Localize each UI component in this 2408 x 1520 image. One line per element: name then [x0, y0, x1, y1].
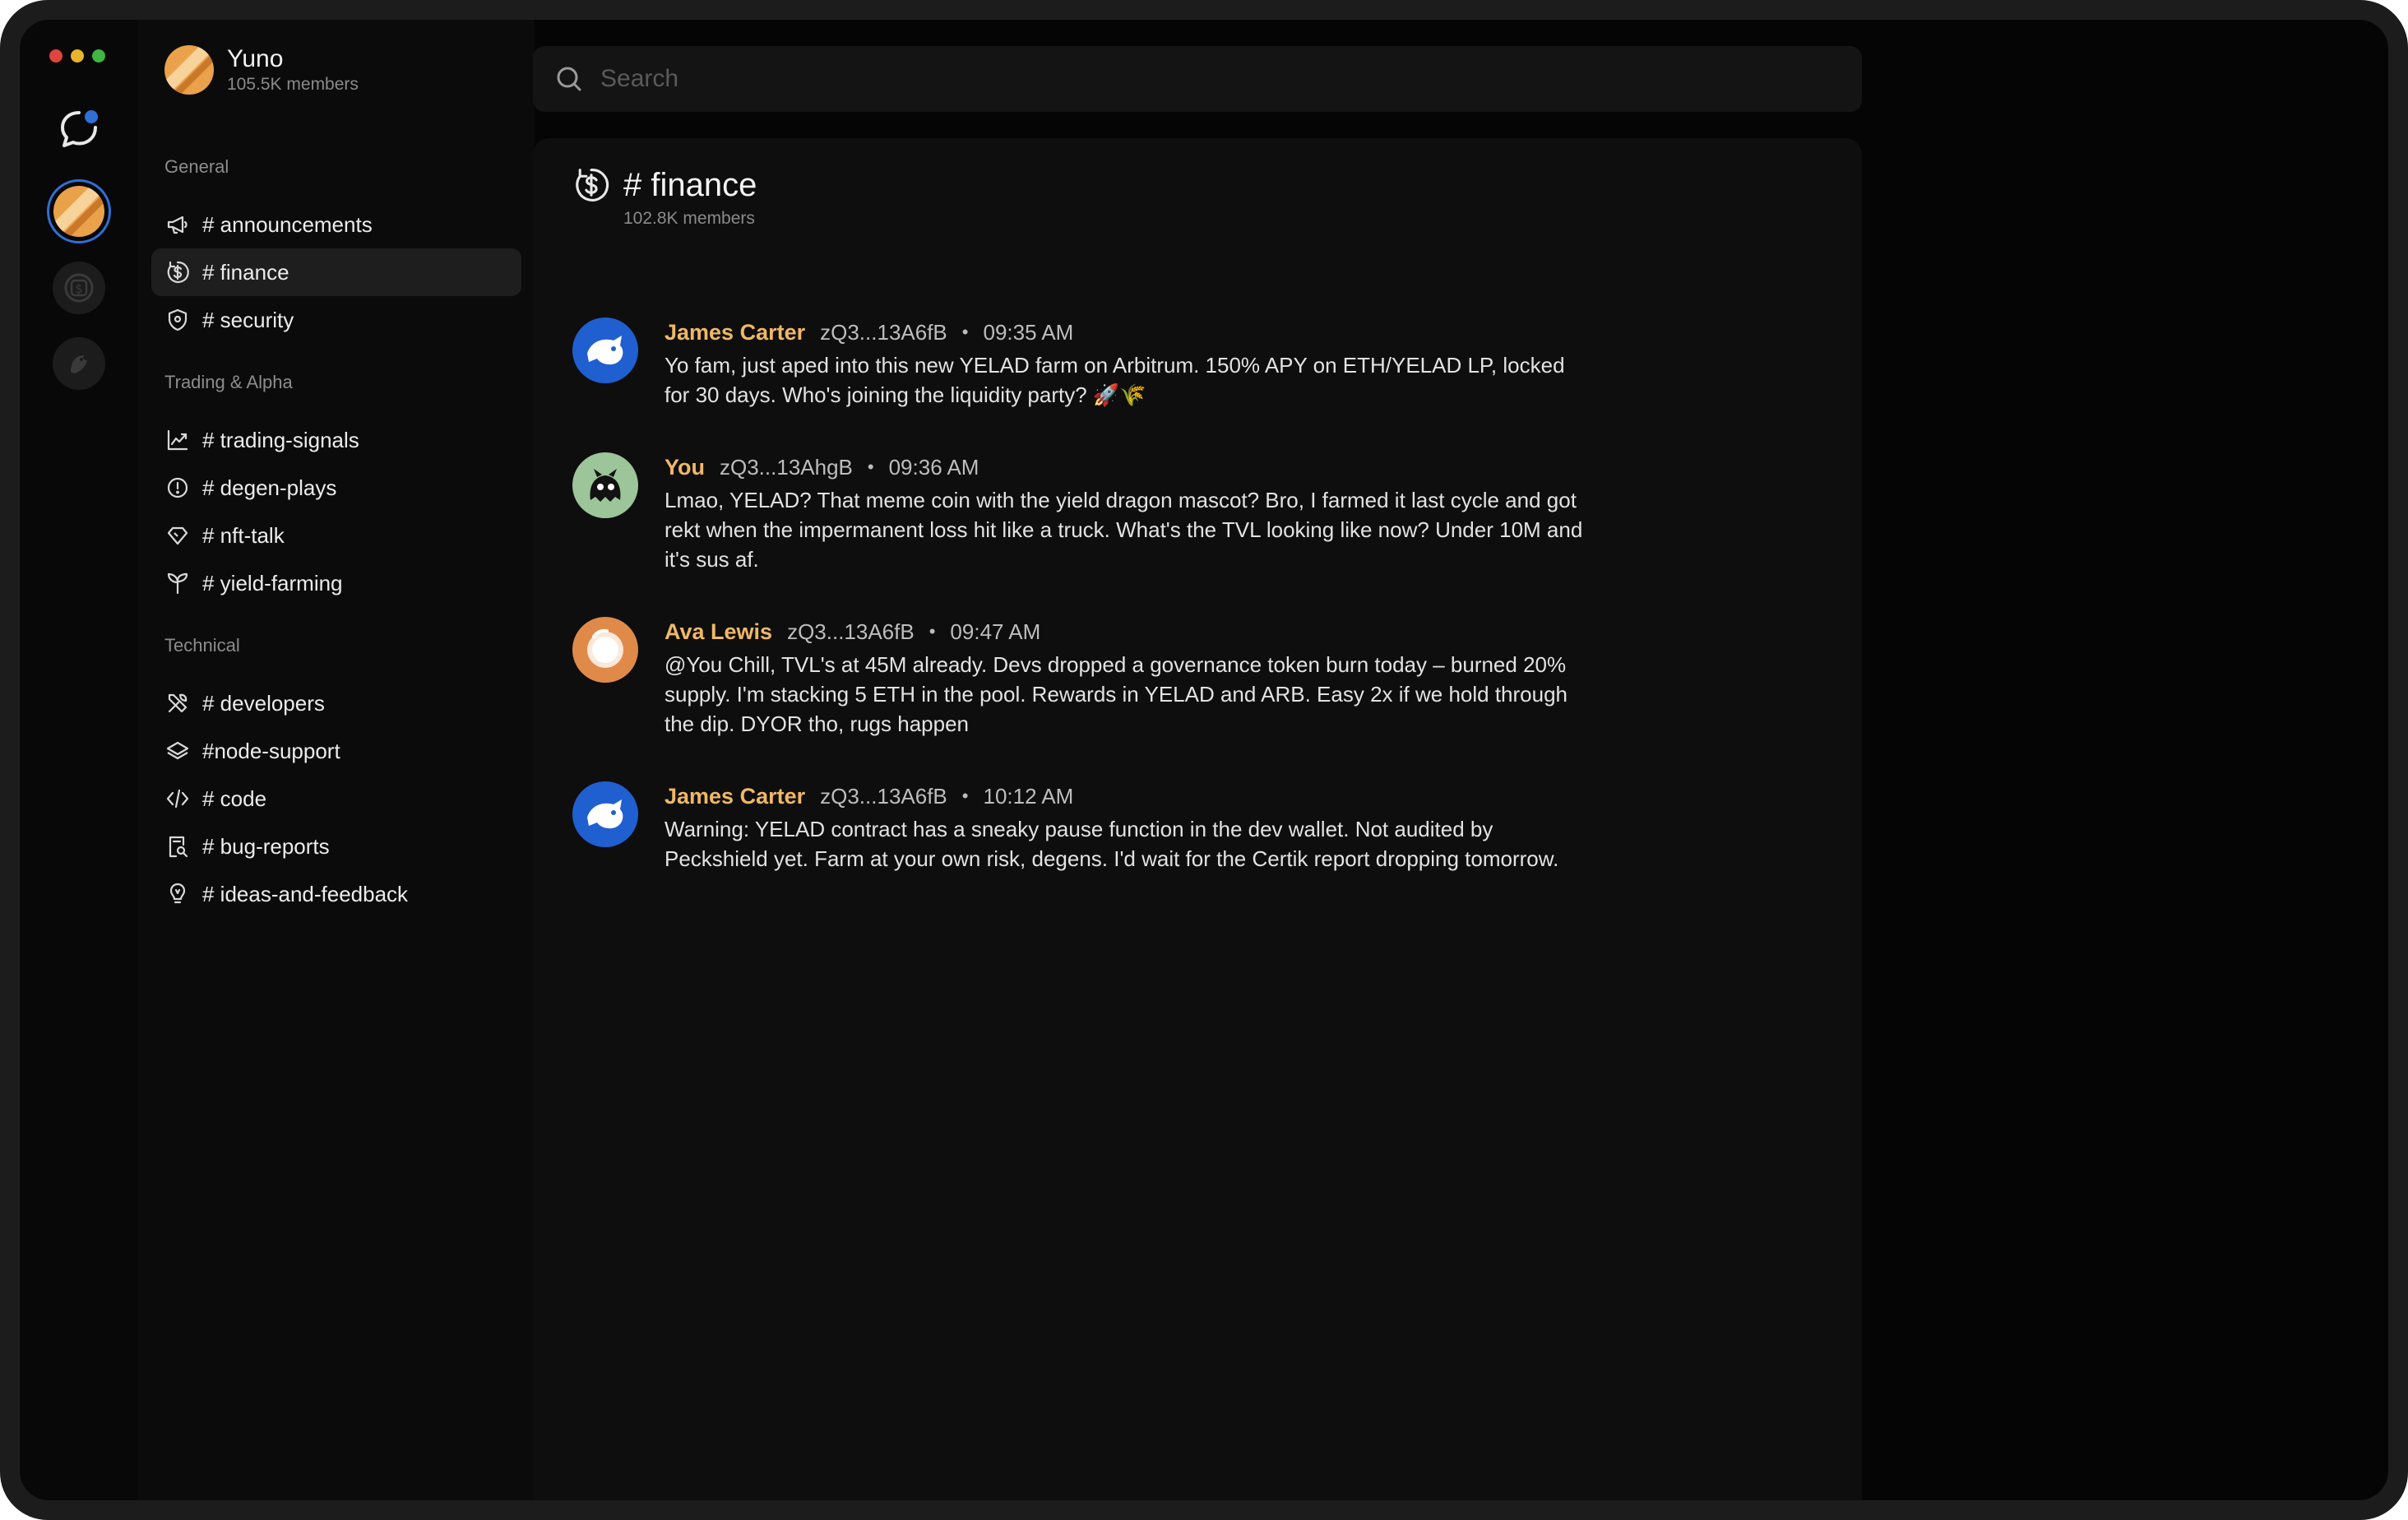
- file-search-icon: [164, 833, 191, 860]
- message-item: You zQ3...13AhgB • 09:36 AM Lmao, YELAD?…: [572, 452, 1592, 574]
- section-title-trading: Trading & Alpha: [164, 372, 293, 392]
- diamond-icon: [164, 522, 191, 549]
- green-monster-avatar[interactable]: [572, 452, 638, 518]
- message-text: Warning: YELAD contract has a sneaky pau…: [665, 817, 1559, 871]
- server-coin-button[interactable]: $: [53, 262, 105, 314]
- message-item: Ava Lewis zQ3...13A6fB • 09:47 AM @You C…: [572, 617, 1592, 739]
- channel-bug-reports[interactable]: # bug-reports: [151, 823, 521, 870]
- orange-astronaut-avatar[interactable]: [572, 617, 638, 683]
- messages-button[interactable]: [52, 102, 106, 156]
- message-address: zQ3...13AhgB: [720, 454, 853, 480]
- message-time: 10:12 AM: [983, 783, 1074, 809]
- chart-line-icon: [164, 427, 191, 453]
- server-name: Yuno: [227, 45, 284, 72]
- channel-header: # finance 102.8K members: [572, 165, 757, 229]
- close-window-button[interactable]: [49, 49, 63, 63]
- tools-icon: [164, 690, 191, 716]
- blue-dragon-avatar[interactable]: [572, 781, 638, 847]
- alert-circle-icon: [164, 475, 191, 501]
- message-time: 09:47 AM: [950, 619, 1041, 644]
- message-time: 09:36 AM: [888, 454, 979, 480]
- megaphone-icon: [164, 211, 191, 238]
- message-item: James Carter zQ3...13A6fB • 10:12 AM War…: [572, 781, 1592, 874]
- channel-announcements[interactable]: # announcements: [151, 201, 521, 248]
- chat-bubble-icon: [61, 110, 98, 147]
- device-frame: $ Yuno 105.5K members General # announce…: [0, 0, 2408, 1520]
- server-bird-icon: [71, 355, 87, 373]
- lightbulb-icon: [164, 881, 191, 907]
- svg-text:$: $: [75, 281, 83, 296]
- message-address: zQ3...13A6fB: [820, 783, 947, 809]
- message-item: James Carter zQ3...13A6fB • 09:35 AM Yo …: [572, 317, 1592, 410]
- minimize-window-button[interactable]: [71, 49, 84, 63]
- maximize-window-button[interactable]: [92, 49, 105, 63]
- message-time: 09:35 AM: [983, 319, 1074, 345]
- shield-icon: [164, 307, 191, 333]
- server-header[interactable]: Yuno 105.5K members: [164, 44, 359, 95]
- section-title-technical: Technical: [164, 635, 240, 656]
- section-title-general: General: [164, 156, 229, 177]
- empty-right-area: [1862, 20, 2388, 1500]
- channel-ideas-and-feedback[interactable]: # ideas-and-feedback: [151, 870, 521, 918]
- channel-trading-signals[interactable]: # trading-signals: [151, 416, 521, 464]
- sprout-icon: [164, 570, 191, 596]
- channel-member-count: 102.8K members: [623, 209, 755, 228]
- message-text: @You Chill, TVL's at 45M already. Devs d…: [665, 652, 1568, 736]
- server-coin-icon: $: [64, 273, 94, 303]
- channel-finance[interactable]: # finance: [151, 248, 521, 296]
- channel-sidebar: Yuno 105.5K members General # announceme…: [138, 20, 535, 1500]
- chat-panel: # finance 102.8K members James Carter zQ…: [533, 138, 1862, 1500]
- search-icon: [557, 67, 581, 91]
- layers-icon: [164, 738, 191, 764]
- dollar-circle-icon: [164, 259, 191, 285]
- channel-node-support[interactable]: #node-support: [151, 727, 521, 775]
- server-yuno-button[interactable]: [47, 179, 111, 243]
- message-address: zQ3...13A6fB: [820, 319, 947, 345]
- channel-developers[interactable]: # developers: [151, 679, 521, 727]
- message-text: Lmao, YELAD? That meme coin with the yie…: [665, 488, 1583, 572]
- channel-code[interactable]: # code: [151, 775, 521, 823]
- message-author[interactable]: James Carter: [665, 320, 805, 345]
- code-icon: [164, 785, 191, 812]
- channel-degen-plays[interactable]: # degen-plays: [151, 464, 521, 512]
- channel-title: # finance: [623, 167, 757, 203]
- server-bird-button[interactable]: [53, 337, 105, 390]
- message-author[interactable]: James Carter: [665, 784, 805, 809]
- message-address: zQ3...13A6fB: [787, 619, 915, 644]
- channel-nft-talk[interactable]: # nft-talk: [151, 512, 521, 559]
- search-bar[interactable]: [533, 46, 1862, 112]
- window-controls: [49, 49, 105, 63]
- server-yuno-icon: [53, 186, 104, 237]
- server-member-count: 105.5K members: [227, 75, 359, 94]
- blue-dragon-avatar[interactable]: [572, 317, 638, 383]
- server-rail: $: [20, 20, 138, 1500]
- channel-security[interactable]: # security: [151, 296, 521, 344]
- app-window: $ Yuno 105.5K members General # announce…: [20, 20, 2388, 1500]
- search-input[interactable]: [600, 65, 1793, 93]
- message-author[interactable]: You: [665, 455, 705, 480]
- dollar-circle-icon: [576, 169, 609, 202]
- message-author[interactable]: Ava Lewis: [665, 619, 772, 645]
- channel-yield-farming[interactable]: # yield-farming: [151, 559, 521, 607]
- server-avatar: [164, 45, 214, 95]
- message-text: Yo fam, just aped into this new YELAD fa…: [665, 353, 1565, 407]
